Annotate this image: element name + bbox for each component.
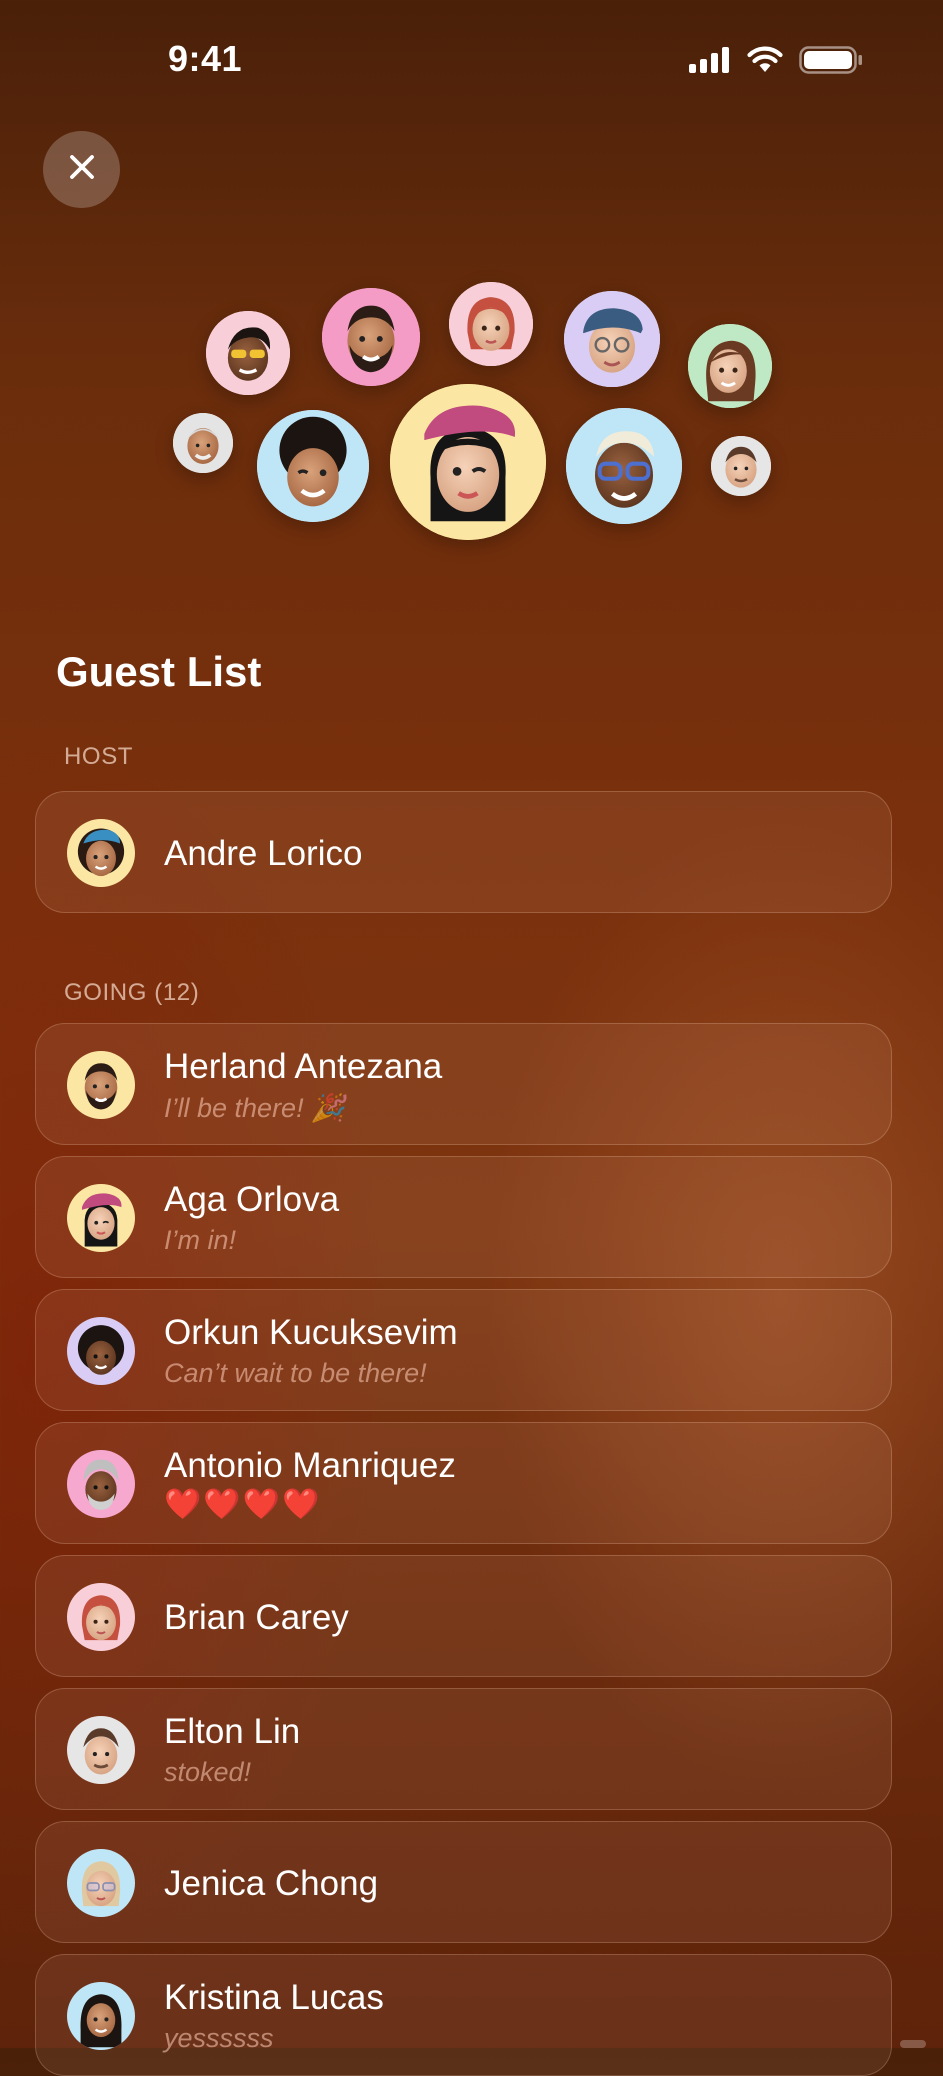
guest-name: Kristina Lucas [164,1978,384,2017]
guest-name: Aga Orlova [164,1180,340,1219]
memoji-bubble [206,311,290,395]
avatar [67,1982,135,2050]
guest-name: Antonio Manriquez [164,1446,456,1485]
guest-row[interactable]: Kristina Lucas yessssss [35,1954,892,2076]
section-header-going: GOING (12) [64,979,200,1006]
guest-name: Orkun Kucuksevim [164,1313,458,1352]
close-icon [67,152,97,187]
attendee-memoji-cluster [0,270,943,560]
avatar [67,1583,135,1651]
guest-note: stoked! [164,1757,252,1787]
memoji-bubble [173,413,233,473]
guest-note: I’m in! [164,1225,237,1255]
guest-row[interactable]: Elton Lin stoked! [35,1688,892,1810]
memoji-bubble [688,324,772,408]
cellular-signal-icon [689,46,731,78]
close-button[interactable] [43,131,120,208]
guest-name: Andre Lorico [164,834,363,873]
guest-row[interactable]: Brian Carey [35,1555,892,1677]
section-header-host: HOST [64,743,134,770]
avatar [67,1450,135,1518]
page-title: Guest List [56,648,262,695]
guest-row[interactable]: Antonio Manriquez ❤️❤️❤️❤️ [35,1422,892,1544]
status-icons [689,45,863,79]
guest-name: Elton Lin [164,1712,301,1751]
guest-note-hearts: ❤️❤️❤️❤️ [164,1488,322,1521]
wifi-icon [747,46,783,78]
scroll-indicator [900,2040,926,2048]
guest-note: I’ll be there! 🎉 [164,1093,345,1123]
memoji-bubble [257,410,369,522]
guest-row[interactable]: Herland Antezana I’ll be there! 🎉 [35,1023,892,1145]
memoji-bubble [449,282,533,366]
battery-icon [799,45,863,79]
avatar [67,1317,135,1385]
guest-name: Herland Antezana [164,1047,443,1086]
guest-row[interactable]: Aga Orlova I’m in! [35,1156,892,1278]
avatar [67,1184,135,1252]
memoji-bubble-featured [390,384,546,540]
memoji-bubble [564,291,660,387]
memoji-bubble [711,436,771,496]
status-time: 9:41 [168,38,243,79]
avatar [67,1051,135,1119]
host-row[interactable]: Andre Lorico [35,791,892,913]
avatar [67,1849,135,1917]
avatar [67,1716,135,1784]
memoji-bubble [566,408,682,524]
avatar [67,819,135,887]
guest-note: yessssss [164,2023,274,2053]
guest-note: Can’t wait to be there! [164,1358,427,1388]
guest-row[interactable]: Jenica Chong [35,1821,892,1943]
guest-row[interactable]: Orkun Kucuksevim Can’t wait to be there! [35,1289,892,1411]
guest-name: Brian Carey [164,1598,349,1637]
memoji-bubble [322,288,420,386]
guest-name: Jenica Chong [164,1864,379,1903]
